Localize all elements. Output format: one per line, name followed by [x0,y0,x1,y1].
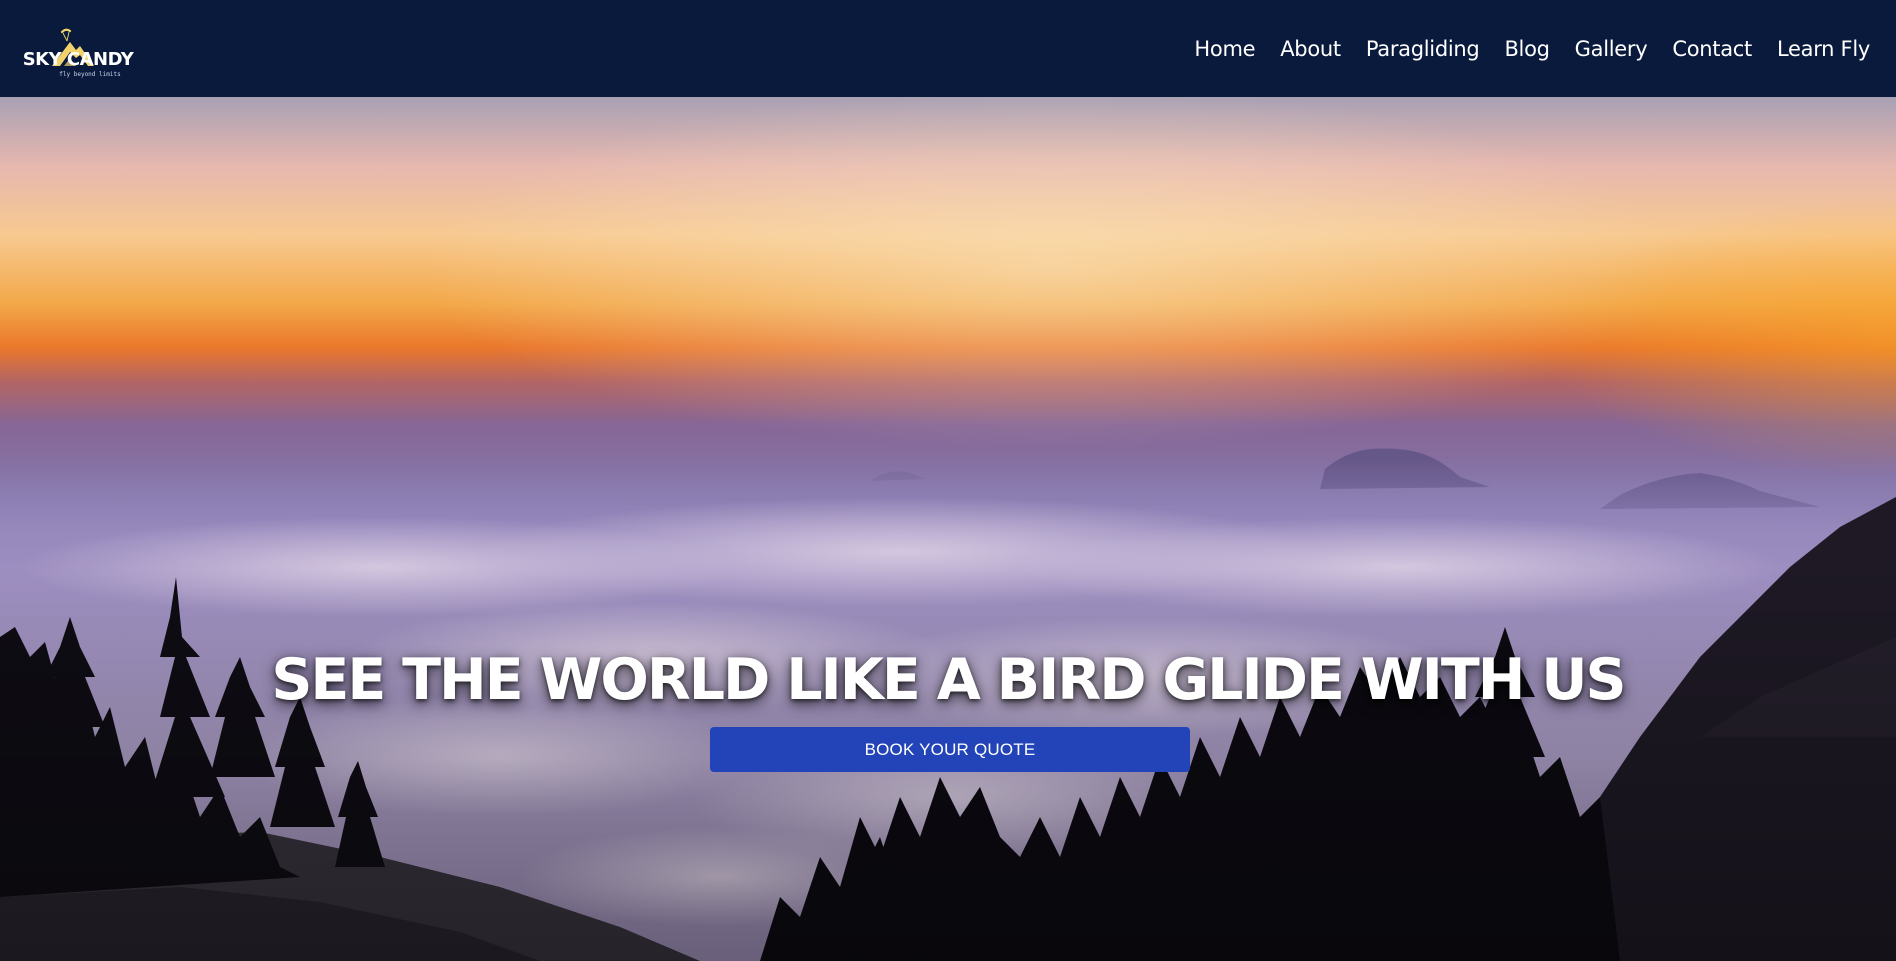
nav-link-blog[interactable]: Blog [1504,37,1550,61]
hero-headline: SEE THE WORLD LIKE A BIRD GLIDE WITH US [271,647,1626,714]
nav-link-home[interactable]: Home [1194,37,1255,61]
brand-name: SKY CANDY [22,48,134,70]
nav-link-paragliding[interactable]: Paragliding [1366,37,1480,61]
nav-link-learn-fly[interactable]: Learn Fly [1777,37,1870,61]
main-nav: Home About Paragliding Blog Gallery Cont… [1194,0,1870,97]
site-logo[interactable]: SKY CANDY fly beyond limits [23,14,134,84]
book-quote-button[interactable]: BOOK YOUR QUOTE [710,727,1190,772]
hero-background-image [0,97,1896,961]
hero-section: SEE THE WORLD LIKE A BIRD GLIDE WITH US … [0,97,1896,961]
nav-link-gallery[interactable]: Gallery [1575,37,1648,61]
site-header: SKY CANDY fly beyond limits Home About P… [0,0,1896,97]
nav-link-contact[interactable]: Contact [1672,37,1752,61]
brand-tagline: fly beyond limits [59,70,121,78]
nav-link-about[interactable]: About [1280,37,1341,61]
